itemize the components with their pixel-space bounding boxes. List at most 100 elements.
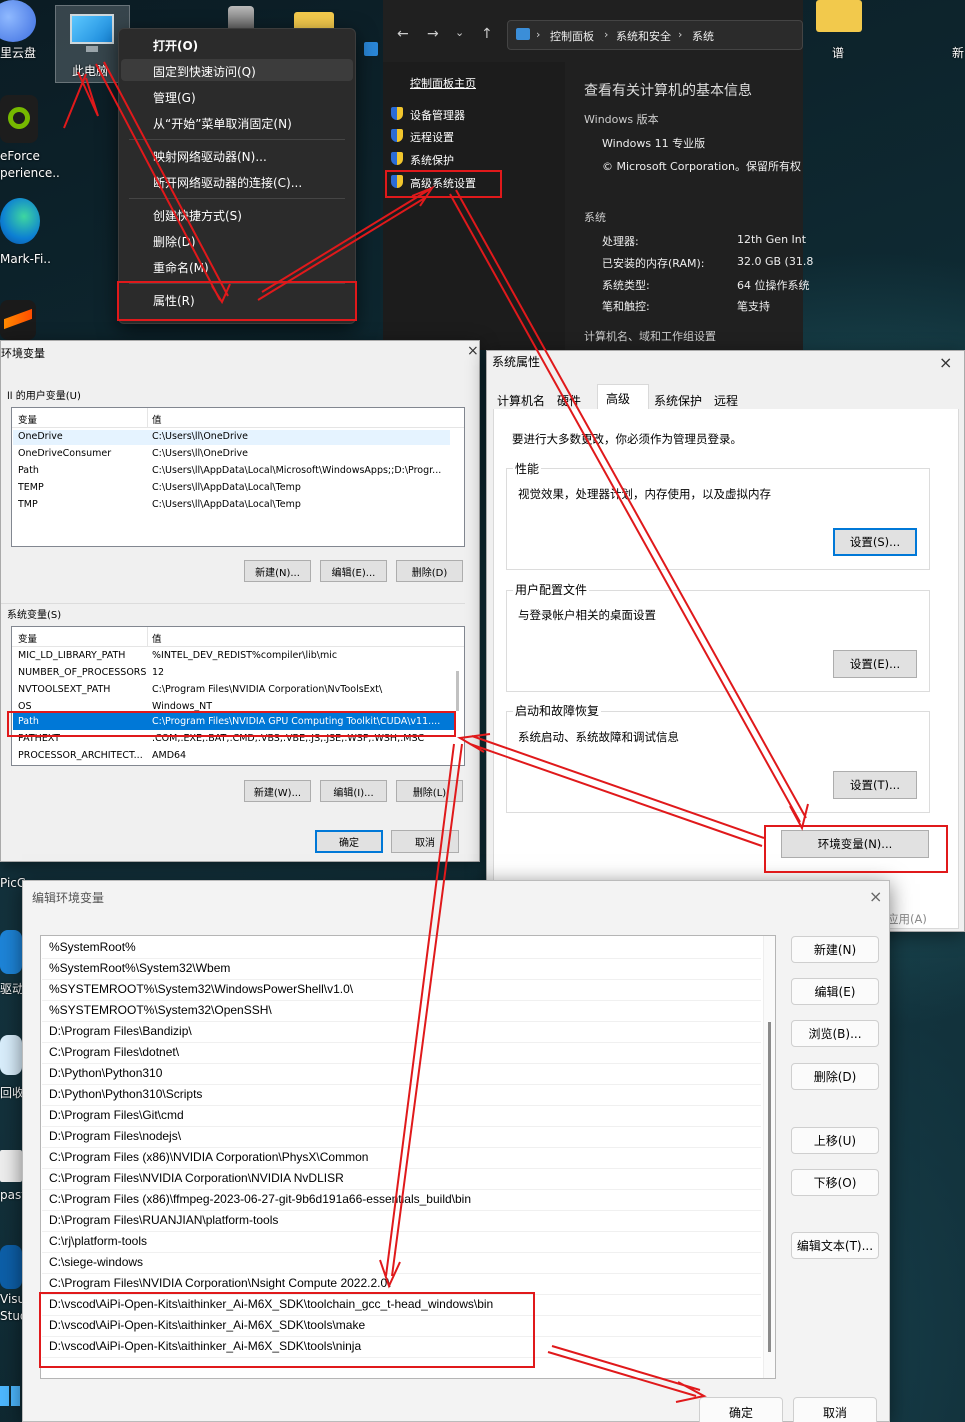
cancel-button[interactable]: 取消 <box>391 830 459 853</box>
startup-settings-button[interactable]: 设置(T)... <box>833 771 917 799</box>
table-cell-value[interactable]: 12 <box>152 667 447 678</box>
scrollbar-thumb[interactable] <box>768 1022 771 1352</box>
table-cell-value[interactable]: C:\Users\ll\OneDrive <box>152 448 452 459</box>
path-entry[interactable]: D:\Program Files\Git\cmd <box>49 1108 184 1122</box>
menu-item-map-drive[interactable]: 映射网络驱动器(N)... <box>153 148 267 165</box>
user-delete-button[interactable]: 删除(D) <box>396 560 463 582</box>
table-cell-value[interactable]: C:\Program Files\NVIDIA Corporation\NvTo… <box>152 684 447 695</box>
path-entry[interactable]: D:\Python\Python310\Scripts <box>49 1087 202 1101</box>
path-entry[interactable]: C:\Program Files (x86)\NVIDIA Corporatio… <box>49 1150 368 1164</box>
breadcrumb-system[interactable]: 系统 <box>692 28 714 44</box>
menu-item-unpin-start[interactable]: 从“开始”菜单取消固定(N) <box>153 115 292 132</box>
column-header-variable[interactable]: 变量 <box>18 412 37 426</box>
column-header-variable[interactable]: 变量 <box>18 631 37 645</box>
cp-home-link[interactable]: 控制面板主页 <box>410 75 476 91</box>
breadcrumb-security[interactable]: 系统和安全 <box>616 28 671 44</box>
path-entry[interactable]: C:\Program Files\NVIDIA Corporation\Nsig… <box>49 1276 390 1290</box>
system-vars-list[interactable]: 变量 值 MIC_LD_LIBRARY_PATH %INTEL_DEV_REDI… <box>11 626 465 766</box>
user-profile-settings-button[interactable]: 设置(E)... <box>833 650 917 678</box>
path-entry[interactable]: %SystemRoot%\System32\Wbem <box>49 961 230 975</box>
table-cell-value[interactable]: C:\Users\ll\AppData\Local\Microsoft\Wind… <box>152 465 452 476</box>
menu-item-pin-quick-access[interactable]: 固定到快速访问(Q) <box>153 63 256 80</box>
remote-settings-link[interactable]: 远程设置 <box>410 129 454 145</box>
start-icon[interactable] <box>0 1386 20 1406</box>
new-entry-button[interactable]: 新建(N) <box>791 936 879 963</box>
path-entry[interactable]: C:\Program Files (x86)\ffmpeg-2023-06-27… <box>49 1192 471 1206</box>
user-edit-button[interactable]: 编辑(E)... <box>320 560 387 582</box>
table-cell-key[interactable]: Path <box>18 465 146 476</box>
edge-icon[interactable] <box>0 198 40 244</box>
driver-icon[interactable] <box>0 930 22 974</box>
user-vars-list[interactable]: 变量 值 OneDrive C:\Users\ll\OneDrive OneDr… <box>11 407 465 547</box>
geforce-icon[interactable] <box>0 95 38 143</box>
performance-settings-button[interactable]: 设置(S)... <box>833 528 917 556</box>
table-cell-key[interactable]: OneDriveConsumer <box>18 448 146 459</box>
tab-computer-name[interactable]: 计算机名 <box>497 392 545 409</box>
folder-icon[interactable] <box>816 0 862 32</box>
breadcrumb-control-panel[interactable]: 控制面板 <box>550 28 594 44</box>
move-down-button[interactable]: 下移(O) <box>791 1169 879 1196</box>
close-icon[interactable]: × <box>939 353 952 372</box>
device-manager-link[interactable]: 设备管理器 <box>410 107 465 123</box>
table-cell-key[interactable]: TMP <box>18 499 146 510</box>
menu-item-rename[interactable]: 重命名(M) <box>153 259 209 276</box>
path-entry[interactable]: %SYSTEMROOT%\System32\OpenSSH\ <box>49 1003 272 1017</box>
delete-entry-button[interactable]: 删除(D) <box>791 1063 879 1090</box>
menu-item-create-shortcut[interactable]: 创建快捷方式(S) <box>153 207 242 224</box>
move-up-button[interactable]: 上移(U) <box>791 1127 879 1154</box>
forward-arrow-icon[interactable]: → <box>427 26 439 42</box>
table-cell-key[interactable]: TEMP <box>18 482 146 493</box>
ok-button[interactable]: 确定 <box>315 830 383 853</box>
column-header-value[interactable]: 值 <box>152 631 162 645</box>
visual-studio-icon[interactable] <box>0 1245 22 1289</box>
path-entry[interactable]: %SystemRoot% <box>49 940 136 954</box>
tab-system-protection[interactable]: 系统保护 <box>654 392 702 409</box>
close-icon[interactable]: × <box>869 887 882 906</box>
cancel-button[interactable]: 取消 <box>793 1397 877 1422</box>
table-cell-value[interactable]: C:\Users\ll\OneDrive <box>152 431 452 442</box>
tab-hardware[interactable]: 硬件 <box>557 392 581 409</box>
table-cell-value[interactable]: AMD64 <box>152 750 447 761</box>
menu-item-disconnect-drive[interactable]: 断开网络驱动器的连接(C)... <box>153 174 302 191</box>
edit-entry-button[interactable]: 编辑(E) <box>791 978 879 1005</box>
table-cell-value[interactable]: C:\Users\ll\AppData\Local\Temp <box>152 499 452 510</box>
path-entry[interactable]: D:\Program Files\RUANJIAN\platform-tools <box>49 1213 278 1227</box>
system-new-button[interactable]: 新建(W)... <box>244 780 311 802</box>
system-protection-link[interactable]: 系统保护 <box>410 152 454 168</box>
table-cell-key[interactable]: PROCESSOR_ARCHITECT... <box>18 750 146 761</box>
user-new-button[interactable]: 新建(N)... <box>244 560 311 582</box>
path-entry[interactable]: D:\Program Files\nodejs\ <box>49 1129 181 1143</box>
menu-item-manage[interactable]: 管理(G) <box>153 89 196 106</box>
close-icon[interactable]: × <box>467 343 479 359</box>
chevron-down-icon[interactable]: ⌄ <box>455 26 464 39</box>
recycle-bin-icon[interactable] <box>0 1035 22 1075</box>
up-arrow-icon[interactable]: ↑ <box>481 26 493 42</box>
system-delete-button[interactable]: 删除(L) <box>396 780 463 802</box>
table-cell-key[interactable]: OneDrive <box>18 431 146 442</box>
table-cell-value[interactable]: C:\Users\ll\AppData\Local\Temp <box>152 482 452 493</box>
paste-icon[interactable] <box>0 1150 22 1182</box>
tab-advanced[interactable]: 高级 <box>606 390 630 407</box>
table-cell-key[interactable]: NVTOOLSEXT_PATH <box>18 684 146 695</box>
shortcut-icon[interactable] <box>364 42 378 56</box>
table-cell-key[interactable]: MIC_LD_LIBRARY_PATH <box>18 650 146 661</box>
back-arrow-icon[interactable]: ← <box>397 26 409 42</box>
path-entry[interactable]: C:\Program Files\NVIDIA Corporation\NVID… <box>49 1171 344 1185</box>
app-icon[interactable] <box>0 300 36 340</box>
path-entry[interactable]: D:\Program Files\Bandizip\ <box>49 1024 192 1038</box>
menu-item-delete[interactable]: 删除(D) <box>153 233 196 250</box>
path-entry[interactable]: %SYSTEMROOT%\System32\WindowsPowerShell\… <box>49 982 353 996</box>
path-entry[interactable]: C:\Program Files\dotnet\ <box>49 1045 179 1059</box>
address-bar[interactable]: › 控制面板 › 系统和安全 › 系统 <box>507 20 803 50</box>
apply-button[interactable]: 应用(A) <box>887 911 927 927</box>
path-entry[interactable]: C:\rj\platform-tools <box>49 1234 147 1248</box>
menu-item-open[interactable]: 打开(O) <box>153 37 198 54</box>
edit-text-button[interactable]: 编辑文本(T)... <box>791 1232 879 1259</box>
tab-remote[interactable]: 远程 <box>714 392 738 409</box>
ok-button[interactable]: 确定 <box>699 1397 783 1422</box>
table-cell-key[interactable]: NUMBER_OF_PROCESSORS <box>18 667 146 678</box>
column-header-value[interactable]: 值 <box>152 412 162 426</box>
scrollbar[interactable] <box>456 671 459 711</box>
browse-button[interactable]: 浏览(B)... <box>791 1020 879 1047</box>
table-cell-value[interactable]: %INTEL_DEV_REDIST%compiler\lib\mic <box>152 650 447 661</box>
